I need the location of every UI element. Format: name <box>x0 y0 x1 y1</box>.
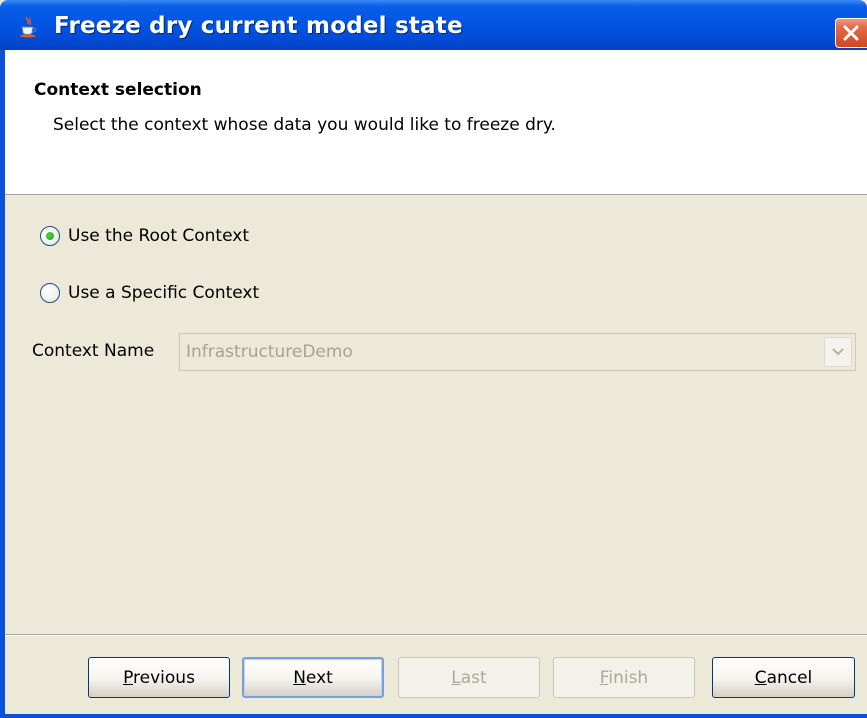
root-context-option[interactable]: Use the Root Context <box>40 222 249 250</box>
context-name-combobox[interactable]: InfrastructureDemo <box>179 333 856 371</box>
step-title: Context selection <box>34 80 202 100</box>
step-description: Select the context whose data you would … <box>53 115 556 135</box>
specific-context-radio[interactable] <box>40 283 60 303</box>
close-button[interactable] <box>835 18 867 48</box>
previous-button[interactable]: Previous <box>88 657 230 698</box>
root-context-label: Use the Root Context <box>68 226 249 246</box>
close-icon <box>843 25 859 41</box>
last-button[interactable]: Last <box>398 657 540 698</box>
wizard-header: Context selection Select the context who… <box>5 50 867 195</box>
window-title: Freeze dry current model state <box>54 13 463 39</box>
cancel-button[interactable]: Cancel <box>712 657 855 698</box>
specific-context-label: Use a Specific Context <box>68 283 260 303</box>
java-cup-icon <box>20 16 37 38</box>
finish-button[interactable]: Finish <box>553 657 695 698</box>
wizard-dialog: Freeze dry current model state Context s… <box>0 0 867 718</box>
specific-context-option[interactable]: Use a Specific Context <box>40 279 259 307</box>
root-context-radio[interactable] <box>40 226 60 246</box>
window-frame-bottom <box>0 714 867 718</box>
dropdown-button[interactable] <box>824 337 852 367</box>
footer-separator-highlight <box>5 635 867 636</box>
context-name-value: InfrastructureDemo <box>186 342 353 362</box>
context-name-label: Context Name <box>32 341 155 361</box>
next-button[interactable]: Next <box>242 657 384 698</box>
chevron-down-icon <box>832 348 844 356</box>
title-bar[interactable]: Freeze dry current model state <box>0 0 867 50</box>
